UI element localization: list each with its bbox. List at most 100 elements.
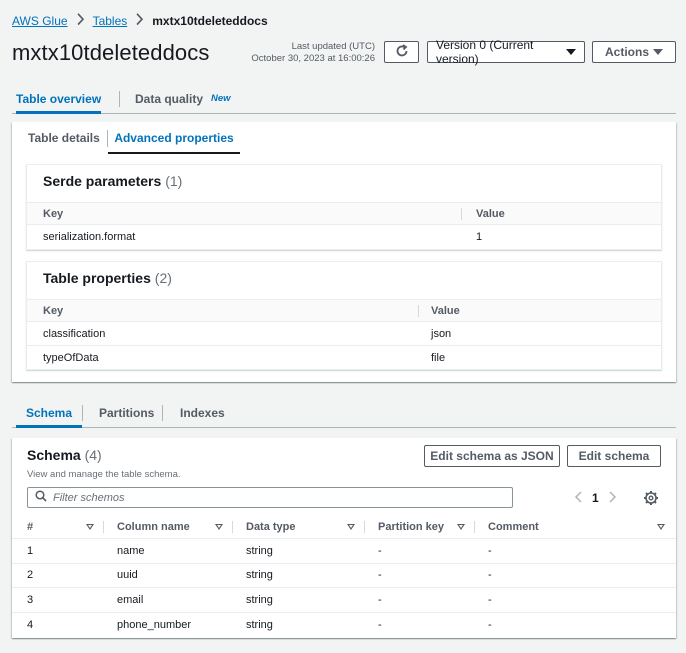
tab-label: Partitions xyxy=(99,405,155,420)
page-number[interactable]: 1 xyxy=(592,491,599,505)
table-properties-title-text: Table properties xyxy=(43,270,151,286)
schema-tabs: Schema Partitions Indexes xyxy=(12,398,676,428)
cell-data-type: string xyxy=(246,593,273,606)
schema-description: View and manage the table schema. xyxy=(27,469,181,480)
chevron-right-icon[interactable] xyxy=(609,490,617,506)
refresh-icon xyxy=(395,43,409,61)
cell-comment: - xyxy=(488,593,492,606)
new-badge: New xyxy=(211,93,231,104)
column-divider xyxy=(364,521,365,533)
tab-label: Table overview xyxy=(16,91,102,106)
chevron-left-icon[interactable] xyxy=(574,490,582,506)
breadcrumb-current: mxtx10tdeleteddocs xyxy=(152,14,268,28)
schema-count: (4) xyxy=(84,447,102,463)
cell-index: 4 xyxy=(27,618,34,631)
breadcrumb-aws-glue[interactable]: AWS Glue xyxy=(12,14,68,28)
tab-schema[interactable]: Schema xyxy=(16,398,82,428)
sub-tabs: Table details Advanced properties xyxy=(12,122,676,154)
table-row: serialization.format 1 xyxy=(27,225,661,249)
property-key: typeOfData xyxy=(43,352,99,364)
serde-parameters-card: Serde parameters (1) Key Value serializa… xyxy=(26,164,662,250)
cell-data-type: string xyxy=(246,544,273,557)
actions-button[interactable]: Actions xyxy=(592,41,676,63)
column-header-key: Key xyxy=(43,207,64,220)
serde-value: 1 xyxy=(476,231,483,243)
cell-data-type: string xyxy=(246,618,273,631)
top-tabs: Table overview Data quality New xyxy=(12,84,676,114)
table-row: 2 uuid string - - xyxy=(12,564,676,588)
pagination: 1 xyxy=(574,489,617,507)
cell-partition-key: - xyxy=(378,618,382,631)
serde-title: Serde parameters (1) xyxy=(43,173,182,189)
cell-partition-key: - xyxy=(378,544,382,557)
column-header-name: Column name xyxy=(117,520,190,533)
serde-header-row: Key Value xyxy=(27,202,661,225)
column-divider xyxy=(461,208,462,220)
tab-advanced-properties[interactable]: Advanced properties xyxy=(108,122,240,154)
breadcrumb: AWS Glue Tables mxtx10tdeleteddocs xyxy=(12,13,268,29)
cell-column-name: phone_number xyxy=(117,618,192,631)
tab-indexes[interactable]: Indexes xyxy=(180,398,225,427)
sort-icon[interactable] xyxy=(86,524,94,530)
tab-data-quality[interactable]: Data quality New xyxy=(135,84,231,113)
property-value: file xyxy=(431,352,446,364)
cell-column-name: uuid xyxy=(117,569,138,582)
tab-label: Table details xyxy=(28,130,100,145)
cell-comment: - xyxy=(488,569,492,582)
tab-table-details[interactable]: Table details xyxy=(28,122,100,153)
last-updated: Last updated (UTC) October 30, 2023 at 1… xyxy=(240,41,375,65)
column-header-index: # xyxy=(27,520,34,533)
schema-header-row: # Column name Data type Partition key Co… xyxy=(12,515,676,539)
table-properties-count: (2) xyxy=(154,270,172,286)
refresh-button[interactable] xyxy=(384,41,419,63)
last-updated-value: October 30, 2023 at 16:00:26 xyxy=(251,53,375,64)
cell-comment: - xyxy=(488,544,492,557)
cell-data-type: string xyxy=(246,569,273,582)
search-icon xyxy=(35,490,47,505)
table-properties-header-row: Key Value xyxy=(27,299,661,322)
tab-label: Data quality xyxy=(135,91,204,106)
gear-icon[interactable] xyxy=(643,490,659,506)
table-properties-card: Table properties (2) Key Value classific… xyxy=(26,261,662,370)
breadcrumb-tables[interactable]: Tables xyxy=(93,14,128,28)
sort-icon[interactable] xyxy=(347,524,355,530)
page-title: mxtx10tdeleteddocs xyxy=(12,40,210,65)
table-row: 3 email string - - xyxy=(12,588,676,613)
table-row: 1 name string - - xyxy=(12,539,676,564)
sort-icon[interactable] xyxy=(657,524,665,530)
column-divider xyxy=(418,305,419,317)
table-row: typeOfData file xyxy=(27,346,661,370)
edit-schema-button[interactable]: Edit schema xyxy=(567,445,661,467)
cell-column-name: name xyxy=(117,544,145,557)
tab-divider xyxy=(82,405,83,421)
sort-icon[interactable] xyxy=(457,524,465,530)
filter-schemas-input[interactable] xyxy=(53,491,493,504)
column-divider xyxy=(474,521,475,533)
cell-index: 1 xyxy=(27,544,34,557)
chevron-right-icon xyxy=(136,13,144,30)
schema-title-text: Schema xyxy=(27,447,81,463)
filter-schemas-field[interactable] xyxy=(27,487,513,508)
chevron-right-icon xyxy=(77,13,84,30)
sort-icon[interactable] xyxy=(215,524,223,530)
cell-index: 2 xyxy=(27,569,34,582)
cell-column-name: email xyxy=(117,593,144,606)
serde-key: serialization.format xyxy=(43,231,136,243)
tab-partitions[interactable]: Partitions xyxy=(99,398,154,427)
column-divider xyxy=(232,521,233,533)
column-header-partition-key: Partition key xyxy=(378,520,445,533)
column-header-type: Data type xyxy=(246,520,296,533)
table-row: 4 phone_number string - - xyxy=(12,613,676,638)
edit-schema-json-button[interactable]: Edit schema as JSON xyxy=(424,445,560,467)
version-select[interactable]: Version 0 (Current version) xyxy=(427,38,585,66)
tab-table-overview[interactable]: Table overview xyxy=(16,84,102,114)
tab-label: Advanced properties xyxy=(114,130,234,145)
tab-divider xyxy=(162,405,163,421)
serde-title-text: Serde parameters xyxy=(43,173,162,189)
serde-count: (1) xyxy=(165,173,183,189)
column-header-comment: Comment xyxy=(488,520,539,533)
caret-down-icon xyxy=(653,49,663,55)
schema-panel: Schema (4) View and manage the table sch… xyxy=(12,438,676,638)
table-properties-panel: Table details Advanced properties Serde … xyxy=(12,122,676,382)
last-updated-label: Last updated (UTC) xyxy=(291,41,375,52)
